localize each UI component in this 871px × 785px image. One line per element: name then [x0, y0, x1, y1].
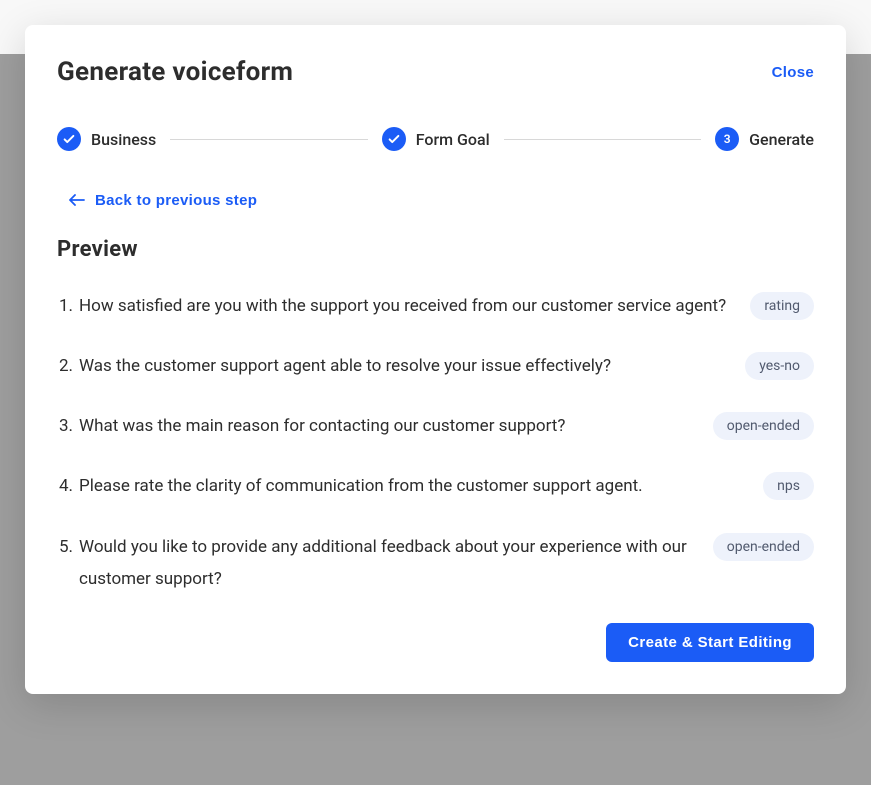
create-start-editing-button[interactable]: Create & Start Editing: [606, 623, 814, 662]
checkmark-icon: [382, 127, 406, 151]
question-text: Please rate the clarity of communication…: [79, 470, 743, 502]
arrow-left-icon: [69, 194, 85, 206]
question-text-wrap: Would you like to provide any additional…: [57, 531, 693, 596]
step-connector: [504, 139, 701, 140]
step-label: Generate: [749, 130, 814, 149]
stepper: Business Form Goal 3 Generate: [57, 127, 814, 151]
question-text-wrap: Please rate the clarity of communication…: [57, 470, 743, 502]
list-item: Please rate the clarity of communication…: [57, 470, 814, 502]
question-number: [57, 416, 73, 436]
modal-header: Generate voiceform Close: [57, 57, 814, 87]
question-text: How satisfied are you with the support y…: [79, 290, 730, 322]
list-item: What was the main reason for contacting …: [57, 410, 814, 442]
step-label: Form Goal: [416, 130, 490, 149]
question-text-wrap: How satisfied are you with the support y…: [57, 290, 730, 322]
question-text: What was the main reason for contacting …: [79, 410, 693, 442]
preview-heading: Preview: [57, 237, 814, 262]
generate-voiceform-modal: Generate voiceform Close Business Form G…: [25, 25, 846, 694]
question-number: [57, 356, 73, 376]
question-text-wrap: Was the customer support agent able to r…: [57, 350, 725, 382]
step-label: Business: [91, 130, 156, 149]
list-item: How satisfied are you with the support y…: [57, 290, 814, 322]
step-form-goal: Form Goal: [382, 127, 490, 151]
list-item: Was the customer support agent able to r…: [57, 350, 814, 382]
question-number: [57, 537, 73, 557]
question-type-tag: nps: [763, 472, 814, 500]
question-number: [57, 476, 73, 496]
step-business: Business: [57, 127, 156, 151]
step-number: 3: [724, 132, 731, 146]
question-text: Would you like to provide any additional…: [79, 531, 693, 596]
step-connector: [170, 139, 367, 140]
modal-footer: Create & Start Editing: [57, 623, 814, 662]
list-item: Would you like to provide any additional…: [57, 531, 814, 596]
question-text-wrap: What was the main reason for contacting …: [57, 410, 693, 442]
questions-list: How satisfied are you with the support y…: [57, 290, 814, 596]
question-number: [57, 296, 73, 316]
question-type-tag: open-ended: [713, 412, 814, 440]
question-text: Was the customer support agent able to r…: [79, 350, 725, 382]
back-button[interactable]: Back to previous step: [69, 192, 257, 209]
close-button[interactable]: Close: [772, 64, 814, 81]
checkmark-icon: [57, 127, 81, 151]
back-label: Back to previous step: [95, 192, 257, 209]
step-number-badge: 3: [715, 127, 739, 151]
modal-title: Generate voiceform: [57, 57, 293, 87]
question-type-tag: rating: [750, 292, 814, 320]
step-generate: 3 Generate: [715, 127, 814, 151]
question-type-tag: open-ended: [713, 533, 814, 561]
question-type-tag: yes-no: [745, 352, 814, 380]
